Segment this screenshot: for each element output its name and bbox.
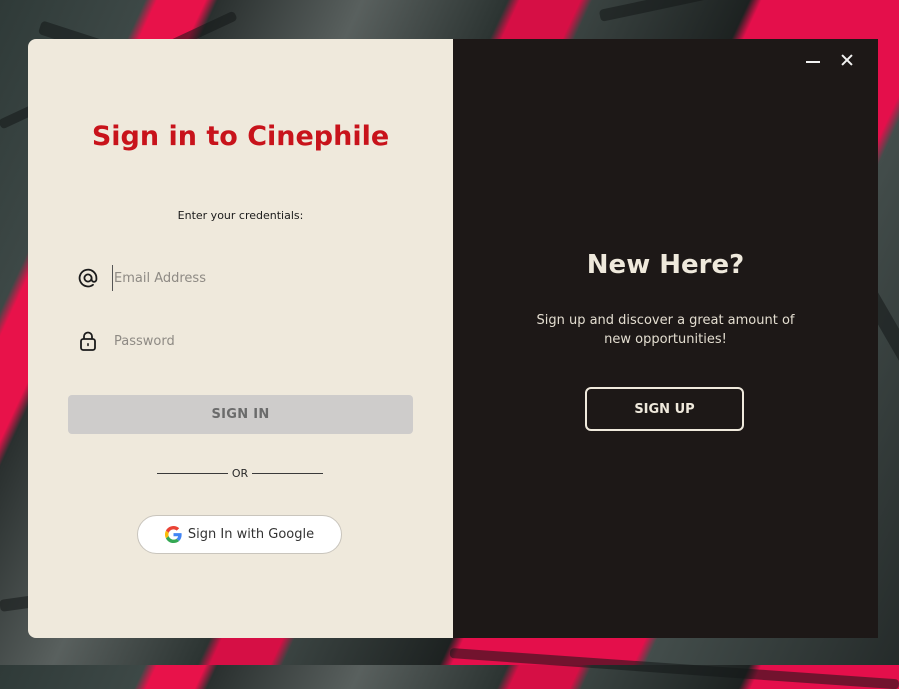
sign-up-panel: New Here? Sign up and discover a great a… (453, 39, 878, 638)
window-controls (804, 51, 856, 69)
google-button-label: Sign In with Google (187, 527, 315, 542)
new-here-heading: New Here? (586, 250, 745, 280)
sign-up-description: Sign up and discover a great amount of n… (536, 313, 795, 347)
password-row (76, 326, 406, 356)
at-icon (76, 266, 100, 290)
lock-icon (76, 329, 100, 353)
login-window: Sign in to Cinephile Enter your credenti… (28, 39, 878, 638)
sign-up-button[interactable]: SIGN UP (585, 387, 744, 431)
or-label: OR (231, 466, 249, 480)
or-divider: OR (157, 466, 323, 480)
credentials-prompt: Enter your credentials: (177, 209, 304, 222)
divider-line-left (157, 472, 228, 474)
divider-line-right (252, 472, 323, 474)
minimize-icon[interactable] (804, 51, 822, 69)
google-icon (164, 526, 182, 543)
sign-in-panel: Sign in to Cinephile Enter your credenti… (28, 39, 453, 638)
email-row (76, 263, 406, 293)
page-title: Sign in to Cinephile (91, 121, 390, 152)
sign-in-button[interactable]: SIGN IN (68, 395, 413, 434)
close-icon[interactable] (838, 51, 856, 69)
google-sign-in-button[interactable]: Sign In with Google (137, 515, 342, 554)
password-input[interactable] (112, 328, 396, 354)
email-input[interactable] (112, 265, 396, 291)
